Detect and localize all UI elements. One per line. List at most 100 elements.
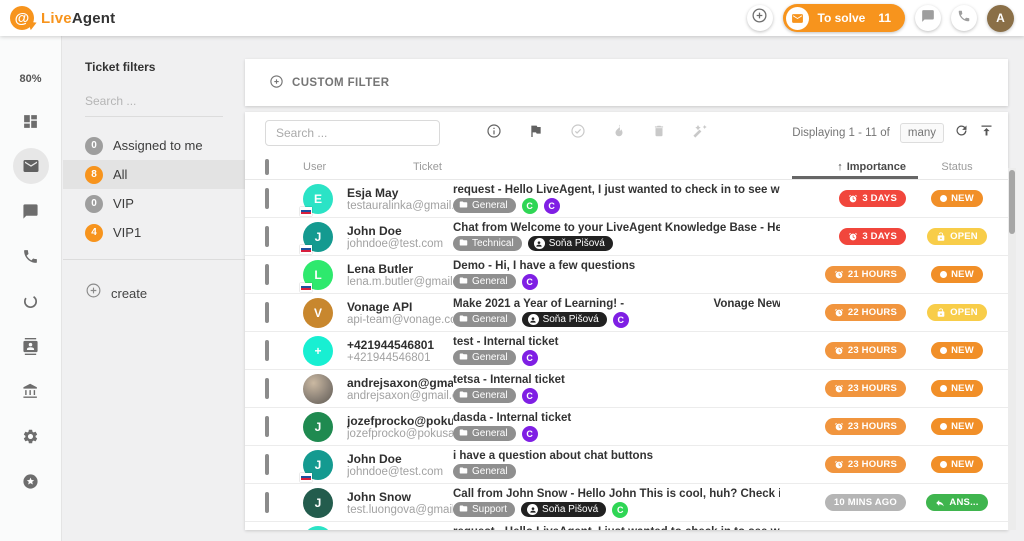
select-all-checkbox[interactable] xyxy=(265,159,269,175)
to-solve-button[interactable]: To solve 11 xyxy=(783,4,905,32)
ticket-row[interactable]: E Esja May testauralinka@gmail.c... requ… xyxy=(245,522,1008,530)
user-avatar[interactable]: A xyxy=(987,5,1014,32)
tag-letter-badge[interactable]: C xyxy=(522,388,538,404)
nav-settings[interactable] xyxy=(13,418,49,454)
ticket-subject[interactable]: request - Hello LiveAgent, I just wanted… xyxy=(453,526,780,531)
refresh-icon[interactable] xyxy=(954,123,969,143)
ticket-tags: Support Soňa Pišová C xyxy=(453,502,780,518)
tag-letter-badge[interactable]: C xyxy=(522,350,538,366)
ticket-row[interactable]: E Esja May testauralinka@gmail.c... requ… xyxy=(245,180,1008,218)
flame-icon[interactable] xyxy=(612,123,626,144)
row-checkbox[interactable] xyxy=(265,302,269,323)
column-header-ticket[interactable]: Ticket xyxy=(413,161,786,173)
tag-department-pill[interactable]: General xyxy=(453,388,516,403)
ticket-row[interactable]: J John Doe johndoe@test.com Chat from We… xyxy=(245,218,1008,256)
row-checkbox[interactable] xyxy=(265,340,269,361)
left-navigation-rail: 80% xyxy=(0,36,62,541)
ticket-subject[interactable]: Call from John Snow - Hello John This is… xyxy=(453,488,780,500)
filter-item-assigned-to-me[interactable]: 0Assigned to me xyxy=(63,131,245,160)
row-checkbox[interactable] xyxy=(265,530,269,531)
tag-department-pill[interactable]: General xyxy=(453,312,516,327)
row-checkbox[interactable] xyxy=(265,492,269,513)
row-checkbox[interactable] xyxy=(265,226,269,247)
ticket-row[interactable]: J John Doe johndoe@test.com i have a que… xyxy=(245,446,1008,484)
row-checkbox[interactable] xyxy=(265,264,269,285)
tag-department-pill[interactable]: General xyxy=(453,464,516,479)
custom-filter-button[interactable]: CUSTOM FILTER xyxy=(269,74,389,92)
tag-letter-badge[interactable]: C xyxy=(522,426,538,442)
tag-department-pill[interactable]: General xyxy=(453,426,516,441)
page-size-selector[interactable]: many xyxy=(900,123,944,143)
ticket-row[interactable]: L Lena Butler lena.m.butler@gmail.... De… xyxy=(245,256,1008,294)
filter-list: 0Assigned to me8All0VIP4VIP1 xyxy=(63,131,245,260)
magic-wand-icon[interactable] xyxy=(692,123,708,144)
tag-letter-badge[interactable]: C xyxy=(522,274,538,290)
add-button[interactable] xyxy=(747,5,773,31)
tag-letter-badge[interactable]: C xyxy=(613,312,629,328)
tag-department-pill[interactable]: General xyxy=(453,198,516,213)
filter-item-vip1[interactable]: 4VIP1 xyxy=(63,218,245,247)
tag-agent-pill[interactable]: Soňa Pišová xyxy=(522,312,607,327)
filter-item-all[interactable]: 8All xyxy=(63,160,245,189)
ticket-row[interactable]: + +421944546801 +421944546801 test - Int… xyxy=(245,332,1008,370)
nav-chats[interactable] xyxy=(13,193,49,229)
ticket-search-input[interactable] xyxy=(265,120,440,146)
ticket-row[interactable]: V Vonage API api-team@vonage.com Make 20… xyxy=(245,294,1008,332)
nav-dashboard[interactable] xyxy=(13,103,49,139)
importance-badge: 23 HOURS xyxy=(825,418,906,435)
nav-calls[interactable] xyxy=(13,238,49,274)
row-checkbox[interactable] xyxy=(265,416,269,437)
user-email: johndoe@test.com xyxy=(347,238,453,250)
calls-button[interactable] xyxy=(951,5,977,31)
column-header-importance[interactable]: ↑ Importance xyxy=(786,154,906,179)
filter-item-vip[interactable]: 0VIP xyxy=(63,189,245,218)
row-checkbox[interactable] xyxy=(265,188,269,209)
ticket-subject[interactable]: tetsa - Internal ticket xyxy=(453,374,780,386)
tag-department-pill[interactable]: General xyxy=(453,274,516,289)
tag-department-pill[interactable]: Technical xyxy=(453,236,522,251)
scrollbar-thumb[interactable] xyxy=(1009,170,1015,234)
tag-department-pill[interactable]: Support xyxy=(453,502,515,517)
nav-starred[interactable] xyxy=(13,463,49,499)
chats-button[interactable] xyxy=(915,5,941,31)
tag-letter-badge[interactable]: C xyxy=(544,198,560,214)
column-header-user[interactable]: User xyxy=(303,161,413,173)
ticket-row[interactable]: andrejsaxon@gmail.c... andrejsaxon@gmail… xyxy=(245,370,1008,408)
agent-icon xyxy=(528,314,539,325)
check-circle-icon[interactable] xyxy=(570,123,586,144)
ticket-subject[interactable]: request - Hello LiveAgent, I just wanted… xyxy=(453,184,780,196)
tag-agent-pill[interactable]: Soňa Pišová xyxy=(521,502,606,517)
nav-contacts[interactable] xyxy=(13,328,49,364)
nav-reports[interactable] xyxy=(13,283,49,319)
flag-icon[interactable] xyxy=(528,123,544,144)
tag-department-pill[interactable]: General xyxy=(453,350,516,365)
create-filter-button[interactable]: create xyxy=(85,282,245,304)
tag-agent-pill[interactable]: Soňa Pišová xyxy=(528,236,613,251)
folder-icon xyxy=(459,428,468,440)
ticket-subject[interactable]: i have a question about chat buttons xyxy=(453,450,780,462)
ticket-row[interactable]: J John Snow test.luongova@gmail.... Call… xyxy=(245,484,1008,522)
filter-count-badge: 0 xyxy=(85,137,103,155)
ticket-subject[interactable]: test - Internal ticket xyxy=(453,336,780,348)
ticket-subject[interactable]: Make 2021 a Year of Learning! - Vonage N… xyxy=(453,298,780,310)
ticket-row[interactable]: J jozefprocko@pokusa.... jozefprocko@pok… xyxy=(245,408,1008,446)
ticket-subject[interactable]: Demo - Hi, I have a few questions xyxy=(453,260,780,272)
liveagent-logo[interactable]: @ LiveAgent xyxy=(10,6,115,30)
tag-letter-badge[interactable]: C xyxy=(522,198,538,214)
alarm-clock-icon xyxy=(848,232,858,242)
row-checkbox[interactable] xyxy=(265,454,269,475)
tag-letter-badge[interactable]: C xyxy=(612,502,628,518)
nav-billing[interactable] xyxy=(13,373,49,409)
filters-search-input[interactable] xyxy=(85,90,223,117)
nav-tickets[interactable] xyxy=(13,148,49,184)
vertical-scrollbar[interactable] xyxy=(1008,168,1016,530)
ticket-subject[interactable]: Chat from Welcome to your LiveAgent Know… xyxy=(453,222,780,234)
filter-count-badge: 4 xyxy=(85,224,103,242)
info-icon[interactable] xyxy=(486,123,502,144)
collapse-top-icon[interactable] xyxy=(979,123,994,143)
trash-icon[interactable] xyxy=(652,123,666,144)
ticket-subject[interactable]: dasda - Internal ticket xyxy=(453,412,780,424)
new-dot-icon xyxy=(940,195,947,202)
row-checkbox[interactable] xyxy=(265,378,269,399)
column-header-status[interactable]: Status xyxy=(906,161,1008,173)
